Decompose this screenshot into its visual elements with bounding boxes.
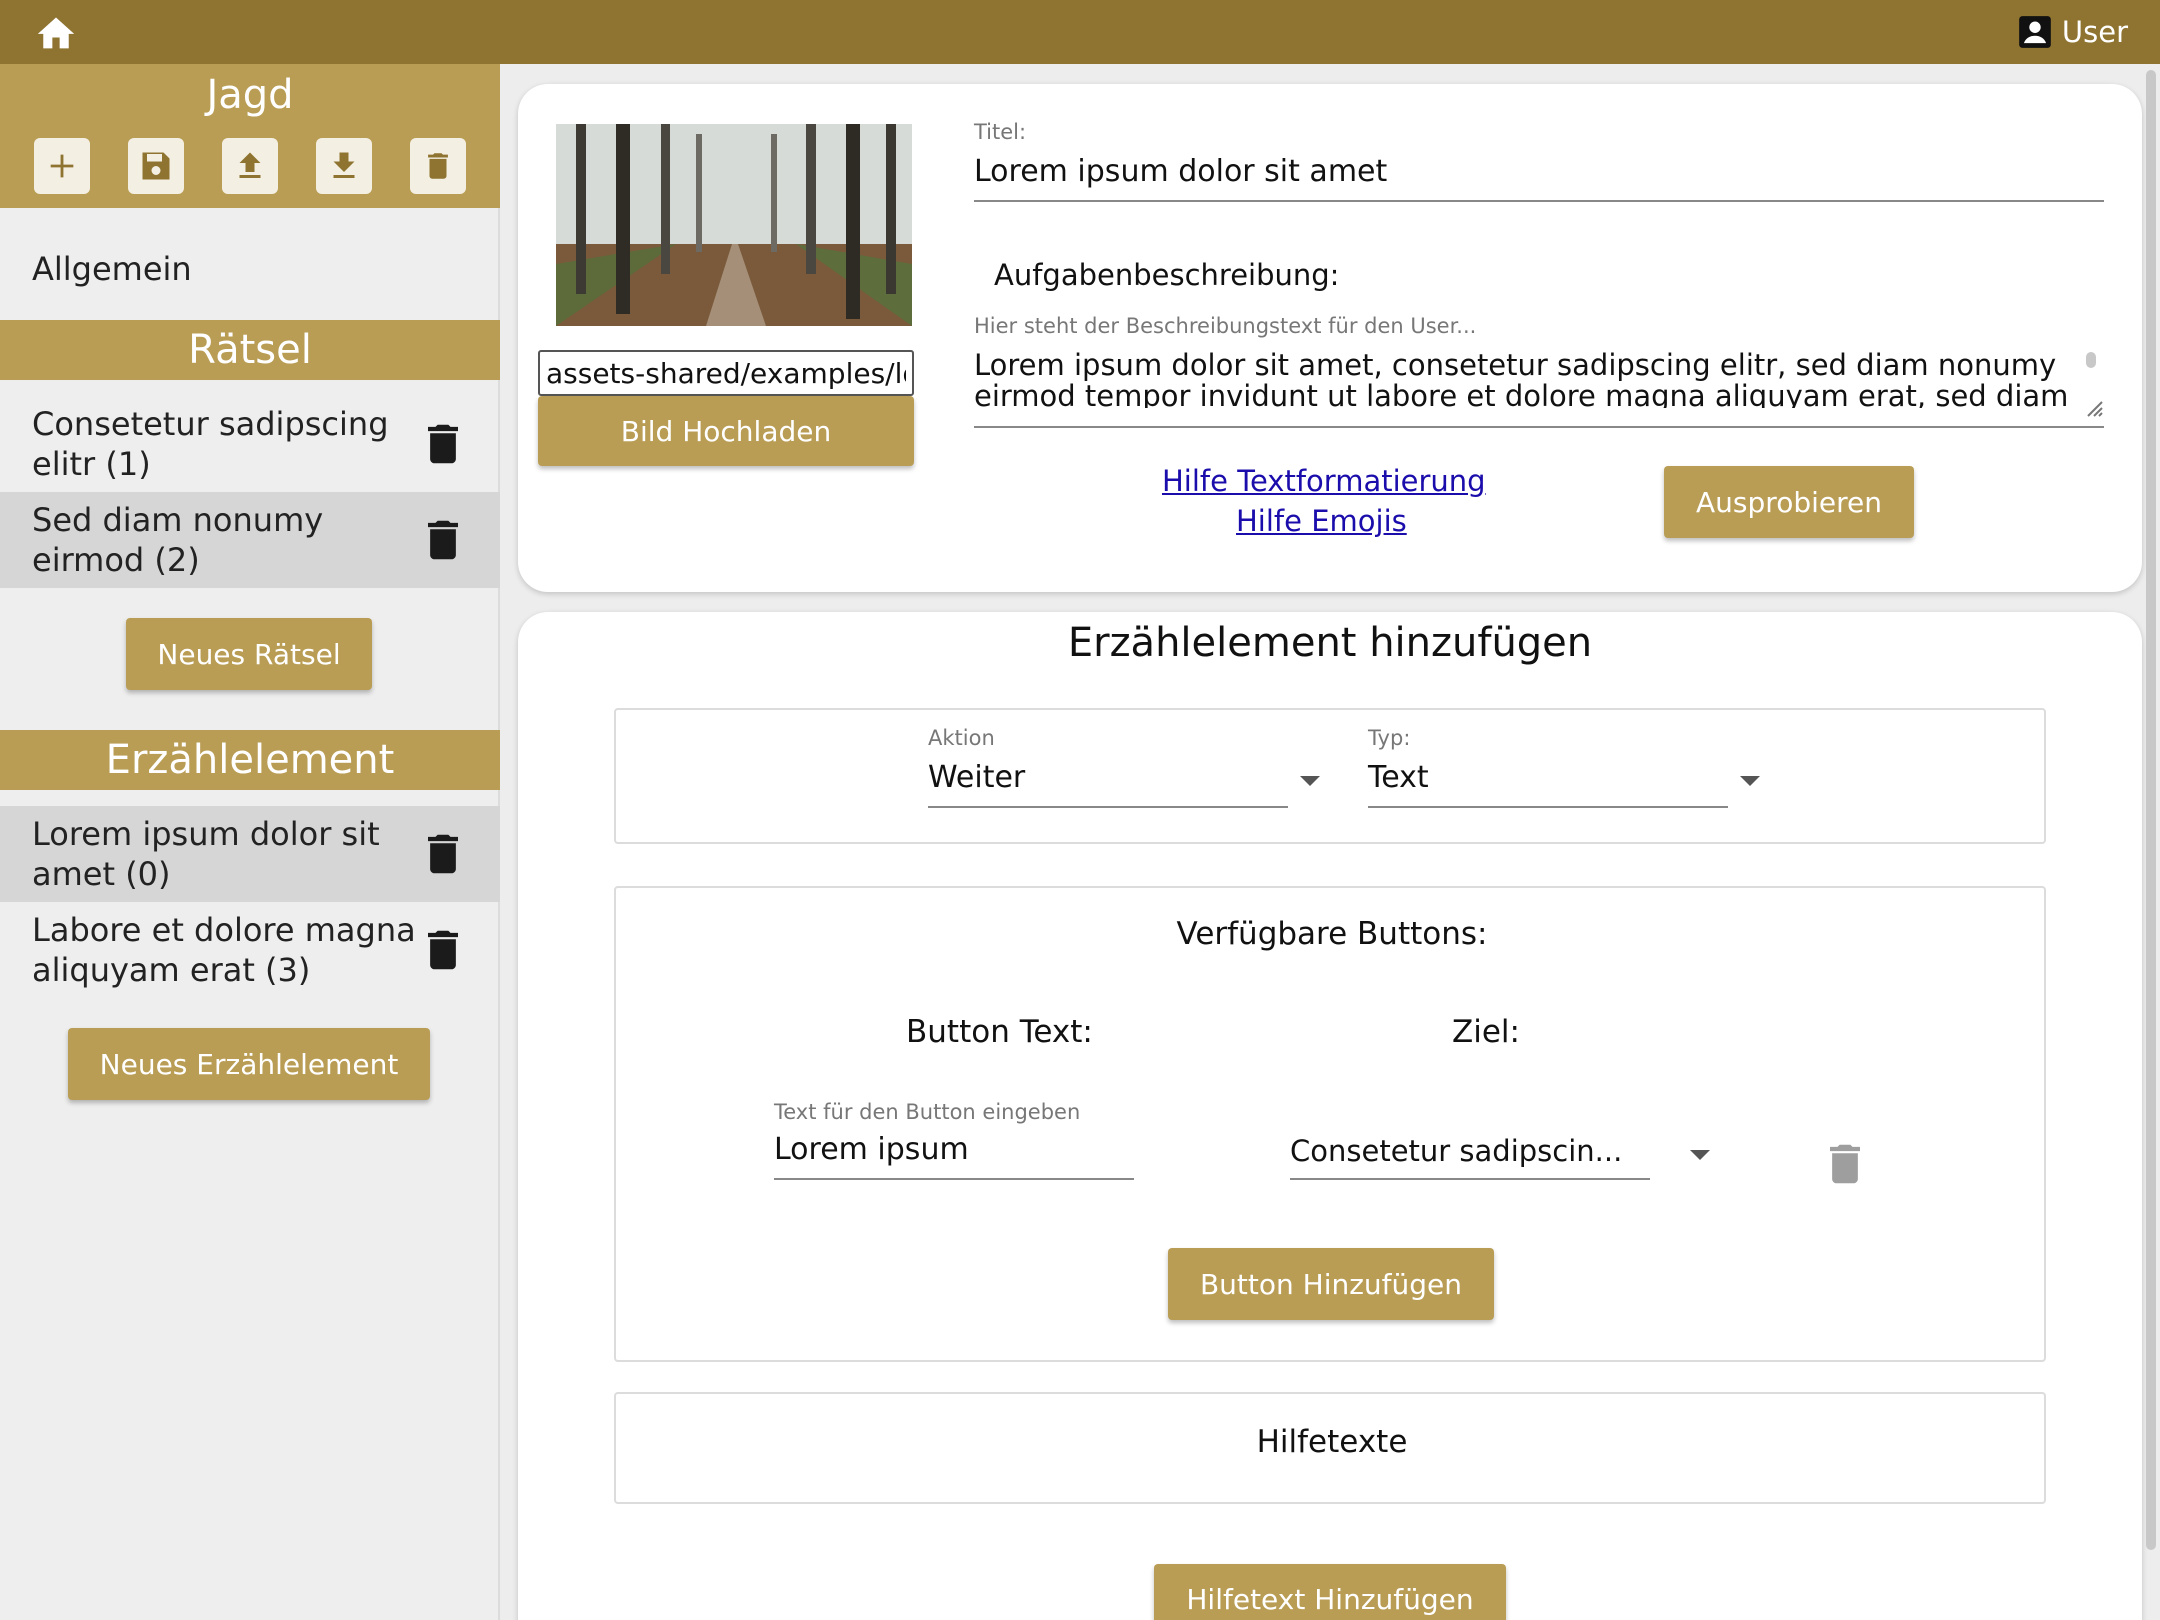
button-text-hint: Text für den Button eingeben	[774, 1100, 1081, 1124]
dropdown-arrow-icon[interactable]	[1690, 1150, 1710, 1160]
add-button-button[interactable]: Button Hinzufügen	[1168, 1248, 1494, 1320]
save-button[interactable]	[128, 138, 184, 194]
raetsel-list-item[interactable]: Sed diam nonumy eirmod (2)	[0, 492, 500, 588]
raetsel-list-item[interactable]: Consetetur sadipscing elitr (1)	[0, 396, 500, 492]
description-textarea[interactable]: Lorem ipsum dolor sit amet, consetetur s…	[974, 350, 2084, 408]
description-hint: Hier steht der Beschreibungstext für den…	[974, 314, 1477, 338]
download-button[interactable]	[316, 138, 372, 194]
element-editor-card: Bild Hochladen Titel: Lorem ipsum dolor …	[518, 84, 2142, 592]
new-raetsel-button[interactable]: Neues Rätsel	[126, 618, 372, 690]
home-icon[interactable]	[34, 12, 78, 52]
item-title-line2: aliquyam erat (3)	[32, 951, 311, 989]
action-type-panel: Aktion Weiter Typ: Text	[614, 708, 2046, 844]
delete-item-icon[interactable]	[428, 520, 458, 560]
add-element-card: Erzählelement hinzufügen Aktion Weiter T…	[518, 612, 2142, 1620]
top-app-bar: User	[0, 0, 2160, 64]
sidebar: Jagd Allgemein Rätsel Consetetur sadipsc…	[0, 64, 500, 1620]
user-label: User	[2061, 15, 2128, 49]
item-title-line2: amet (0)	[32, 855, 171, 893]
user-menu-button[interactable]: User	[2016, 12, 2128, 52]
title-field-label: Titel:	[974, 120, 1027, 144]
button-text-underline	[774, 1178, 1134, 1180]
description-underline	[974, 426, 2104, 428]
target-select[interactable]: Consetetur sadipscin...	[1290, 1134, 1622, 1168]
add-hunt-button[interactable]	[34, 138, 90, 194]
upload-image-button[interactable]: Bild Hochladen	[538, 396, 914, 466]
delete-hunt-button[interactable]	[410, 138, 466, 194]
item-title-line2: eirmod (2)	[32, 541, 200, 579]
item-title-line1: Consetetur sadipscing	[32, 405, 389, 443]
type-select[interactable]: Text	[1368, 760, 1429, 795]
available-buttons-heading: Verfügbare Buttons:	[1176, 916, 1488, 952]
dropdown-arrow-icon[interactable]	[1740, 776, 1760, 786]
try-button[interactable]: Ausprobieren	[1664, 466, 1914, 538]
type-underline	[1368, 806, 1728, 808]
resize-handle-icon[interactable]	[2084, 398, 2104, 418]
trash-icon	[428, 153, 448, 179]
available-buttons-panel: Verfügbare Buttons: Button Text: Ziel: T…	[614, 886, 2046, 1362]
target-column-header: Ziel:	[1452, 1014, 1520, 1050]
action-select[interactable]: Weiter	[928, 760, 1025, 795]
new-erzaehlelement-button[interactable]: Neues Erzählelement	[68, 1028, 430, 1100]
raetsel-section-header: Rätsel	[0, 320, 500, 380]
upload-icon	[239, 152, 261, 178]
action-label: Aktion	[928, 726, 995, 750]
button-text-input[interactable]: Lorem ipsum	[774, 1132, 969, 1167]
target-underline	[1290, 1178, 1650, 1180]
add-element-heading: Erzählelement hinzufügen	[1067, 620, 1593, 666]
description-heading: Aufgabenbeschreibung:	[994, 258, 1340, 292]
plus-icon	[50, 154, 74, 178]
delete-item-icon[interactable]	[428, 930, 458, 970]
image-path-input[interactable]	[538, 350, 914, 396]
sidebar-item-general[interactable]: Allgemein	[32, 250, 192, 288]
delete-item-icon[interactable]	[428, 834, 458, 874]
item-title-line2: elitr (1)	[32, 445, 151, 483]
download-icon	[333, 152, 355, 178]
item-title-line1: Lorem ipsum dolor sit	[32, 815, 380, 853]
element-image	[556, 124, 912, 326]
action-underline	[928, 806, 1288, 808]
upload-button[interactable]	[222, 138, 278, 194]
sidebar-header: Jagd	[0, 64, 500, 208]
erzaehlelement-list-item[interactable]: Lorem ipsum dolor sit amet (0)	[0, 806, 500, 902]
delete-item-icon[interactable]	[428, 424, 458, 464]
help-formatting-link[interactable]: Hilfe Textformatierung	[1162, 464, 1486, 498]
button-text-column-header: Button Text:	[906, 1014, 1093, 1050]
page-scrollbar[interactable]	[2146, 70, 2156, 1550]
item-title-line1: Sed diam nonumy	[32, 501, 324, 539]
erzaehlelement-section-header: Erzählelement	[0, 730, 500, 790]
title-field[interactable]: Lorem ipsum dolor sit amet	[974, 154, 1387, 189]
helptexts-heading: Hilfetexte	[1256, 1424, 1408, 1460]
add-helptext-button[interactable]: Hilfetext Hinzufügen	[1154, 1564, 1506, 1620]
erzaehlelement-list-item[interactable]: Labore et dolore magna aliquyam erat (3)	[0, 902, 500, 998]
item-title-line1: Labore et dolore magna	[32, 911, 416, 949]
title-field-underline	[974, 200, 2104, 202]
textarea-scrollbar[interactable]	[2086, 352, 2096, 368]
hunt-title: Jagd	[206, 72, 294, 118]
dropdown-arrow-icon[interactable]	[1300, 776, 1320, 786]
type-label: Typ:	[1368, 726, 1411, 750]
save-icon	[142, 152, 170, 180]
helptexts-panel: Hilfetexte	[614, 1392, 2046, 1504]
help-emojis-link[interactable]: Hilfe Emojis	[1236, 504, 1407, 538]
account-box-icon	[2019, 16, 2051, 48]
delete-button-row-icon[interactable]	[1830, 1144, 1860, 1184]
